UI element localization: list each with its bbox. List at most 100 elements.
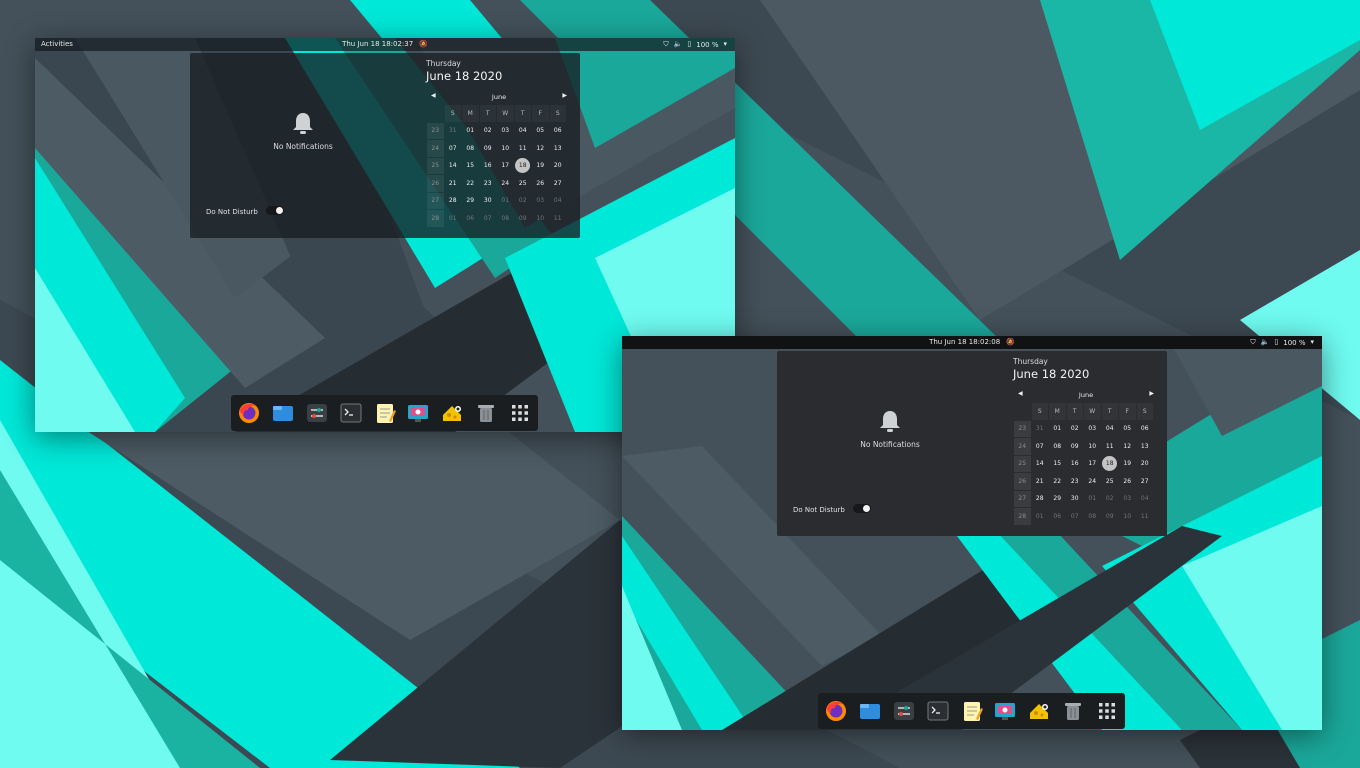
calendar-day[interactable]: 11	[1137, 508, 1154, 525]
calendar-day[interactable]: 18	[1102, 456, 1119, 473]
calendar-day[interactable]: 03	[532, 193, 549, 210]
calendar-day[interactable]: 23	[1067, 473, 1084, 490]
calendar-day[interactable]: 27	[550, 175, 567, 192]
arrow-right-icon[interactable]: ▶	[562, 92, 567, 99]
system-tray[interactable]: ⛉ 🔈 ▯ 100 % ▾	[663, 40, 727, 49]
calendar-day[interactable]: 13	[550, 140, 567, 157]
calendar-day[interactable]: 02	[480, 123, 497, 140]
settings-toggles-icon[interactable]	[305, 401, 330, 426]
calendar-day[interactable]: 25	[1102, 473, 1119, 490]
calendar-day[interactable]: 27	[1137, 473, 1154, 490]
calendar-day[interactable]: 03	[1084, 421, 1101, 438]
firefox-icon[interactable]	[237, 401, 262, 426]
calendar-day[interactable]: 01	[1032, 508, 1049, 525]
calendar-day[interactable]: 02	[515, 193, 532, 210]
show-applications-icon[interactable]	[507, 401, 532, 426]
calendar-day[interactable]: 04	[550, 193, 567, 210]
system-tray[interactable]: ⛉ 🔈 ▯ 100 % ▾	[1250, 338, 1314, 347]
calendar-day[interactable]: 24	[497, 175, 514, 192]
calendar-day[interactable]: 01	[462, 123, 479, 140]
calendar-day[interactable]: 06	[1137, 421, 1154, 438]
trash-icon[interactable]	[473, 401, 498, 426]
calendar-day[interactable]: 02	[1102, 491, 1119, 508]
cheese-webcam-icon[interactable]	[440, 401, 465, 426]
calendar-day[interactable]: 20	[1137, 456, 1154, 473]
calendar-day[interactable]: 06	[550, 123, 567, 140]
settings-toggles-icon[interactable]	[892, 699, 917, 724]
calendar-day[interactable]: 19	[532, 158, 549, 175]
calendar-day[interactable]: 30	[480, 193, 497, 210]
calendar-day[interactable]: 30	[1067, 491, 1084, 508]
calendar-day[interactable]: 26	[532, 175, 549, 192]
calendar-day[interactable]: 06	[462, 210, 479, 227]
trash-icon[interactable]	[1060, 699, 1085, 724]
do-not-disturb-switch[interactable]	[266, 206, 284, 215]
files-icon[interactable]	[271, 401, 296, 426]
calendar-day[interactable]: 16	[1067, 456, 1084, 473]
terminal-icon[interactable]	[925, 699, 950, 724]
calendar-day[interactable]: 15	[462, 158, 479, 175]
clock-button[interactable]: Thu Jun 18 18:02:37 🔕	[35, 40, 735, 48]
calendar-day[interactable]: 31	[445, 123, 462, 140]
calendar-day[interactable]: 09	[480, 140, 497, 157]
calendar-day[interactable]: 17	[1084, 456, 1101, 473]
calendar-day[interactable]: 20	[550, 158, 567, 175]
calendar-day[interactable]: 01	[1049, 421, 1066, 438]
calendar-day[interactable]: 22	[462, 175, 479, 192]
calendar-day[interactable]: 21	[1032, 473, 1049, 490]
calendar-day[interactable]: 01	[497, 193, 514, 210]
calendar-day[interactable]: 09	[1067, 438, 1084, 455]
calendar-day[interactable]: 02	[1067, 421, 1084, 438]
calendar-day[interactable]: 05	[1119, 421, 1136, 438]
clock-button[interactable]: Thu Jun 18 18:02:08 🔕	[622, 338, 1322, 346]
calendar-day[interactable]: 23	[480, 175, 497, 192]
text-editor-icon[interactable]	[959, 699, 984, 724]
screenshot-app-icon[interactable]	[406, 401, 431, 426]
calendar-day[interactable]: 29	[462, 193, 479, 210]
terminal-icon[interactable]	[338, 401, 363, 426]
do-not-disturb-switch[interactable]	[853, 504, 871, 513]
calendar-day[interactable]: 10	[532, 210, 549, 227]
calendar-day[interactable]: 01	[1084, 491, 1101, 508]
calendar-date[interactable]: June 18 2020	[426, 69, 572, 83]
calendar-day[interactable]: 16	[480, 158, 497, 175]
calendar-day[interactable]: 07	[445, 140, 462, 157]
calendar-day[interactable]: 13	[1137, 438, 1154, 455]
calendar-day[interactable]: 11	[1102, 438, 1119, 455]
calendar-day[interactable]: 12	[1119, 438, 1136, 455]
calendar-day[interactable]: 08	[497, 210, 514, 227]
calendar-day[interactable]: 12	[532, 140, 549, 157]
calendar-day[interactable]: 10	[1084, 438, 1101, 455]
calendar-day[interactable]: 10	[1119, 508, 1136, 525]
calendar-day[interactable]: 10	[497, 140, 514, 157]
calendar-day[interactable]: 07	[480, 210, 497, 227]
files-icon[interactable]	[858, 699, 883, 724]
calendar-day[interactable]: 05	[532, 123, 549, 140]
calendar-day[interactable]: 04	[515, 123, 532, 140]
calendar-day[interactable]: 22	[1049, 473, 1066, 490]
calendar-day[interactable]: 28	[1032, 491, 1049, 508]
calendar-date[interactable]: June 18 2020	[1013, 367, 1159, 381]
calendar-day[interactable]: 04	[1137, 491, 1154, 508]
calendar-day[interactable]: 31	[1032, 421, 1049, 438]
screenshot-app-icon[interactable]	[993, 699, 1018, 724]
calendar-day[interactable]: 26	[1119, 473, 1136, 490]
calendar-day[interactable]: 17	[497, 158, 514, 175]
calendar-day[interactable]: 15	[1049, 456, 1066, 473]
calendar-day[interactable]: 25	[515, 175, 532, 192]
calendar-day[interactable]: 07	[1032, 438, 1049, 455]
firefox-icon[interactable]	[824, 699, 849, 724]
calendar-day[interactable]: 06	[1049, 508, 1066, 525]
arrow-right-icon[interactable]: ▶	[1149, 390, 1154, 397]
calendar-day[interactable]: 03	[497, 123, 514, 140]
calendar-day[interactable]: 11	[550, 210, 567, 227]
calendar-day[interactable]: 08	[462, 140, 479, 157]
calendar-day[interactable]: 09	[515, 210, 532, 227]
calendar-day[interactable]: 18	[515, 158, 532, 175]
calendar-day[interactable]: 29	[1049, 491, 1066, 508]
show-applications-icon[interactable]	[1094, 699, 1119, 724]
calendar-day[interactable]: 03	[1119, 491, 1136, 508]
calendar-day[interactable]: 14	[1032, 456, 1049, 473]
calendar-day[interactable]: 08	[1049, 438, 1066, 455]
calendar-day[interactable]: 07	[1067, 508, 1084, 525]
